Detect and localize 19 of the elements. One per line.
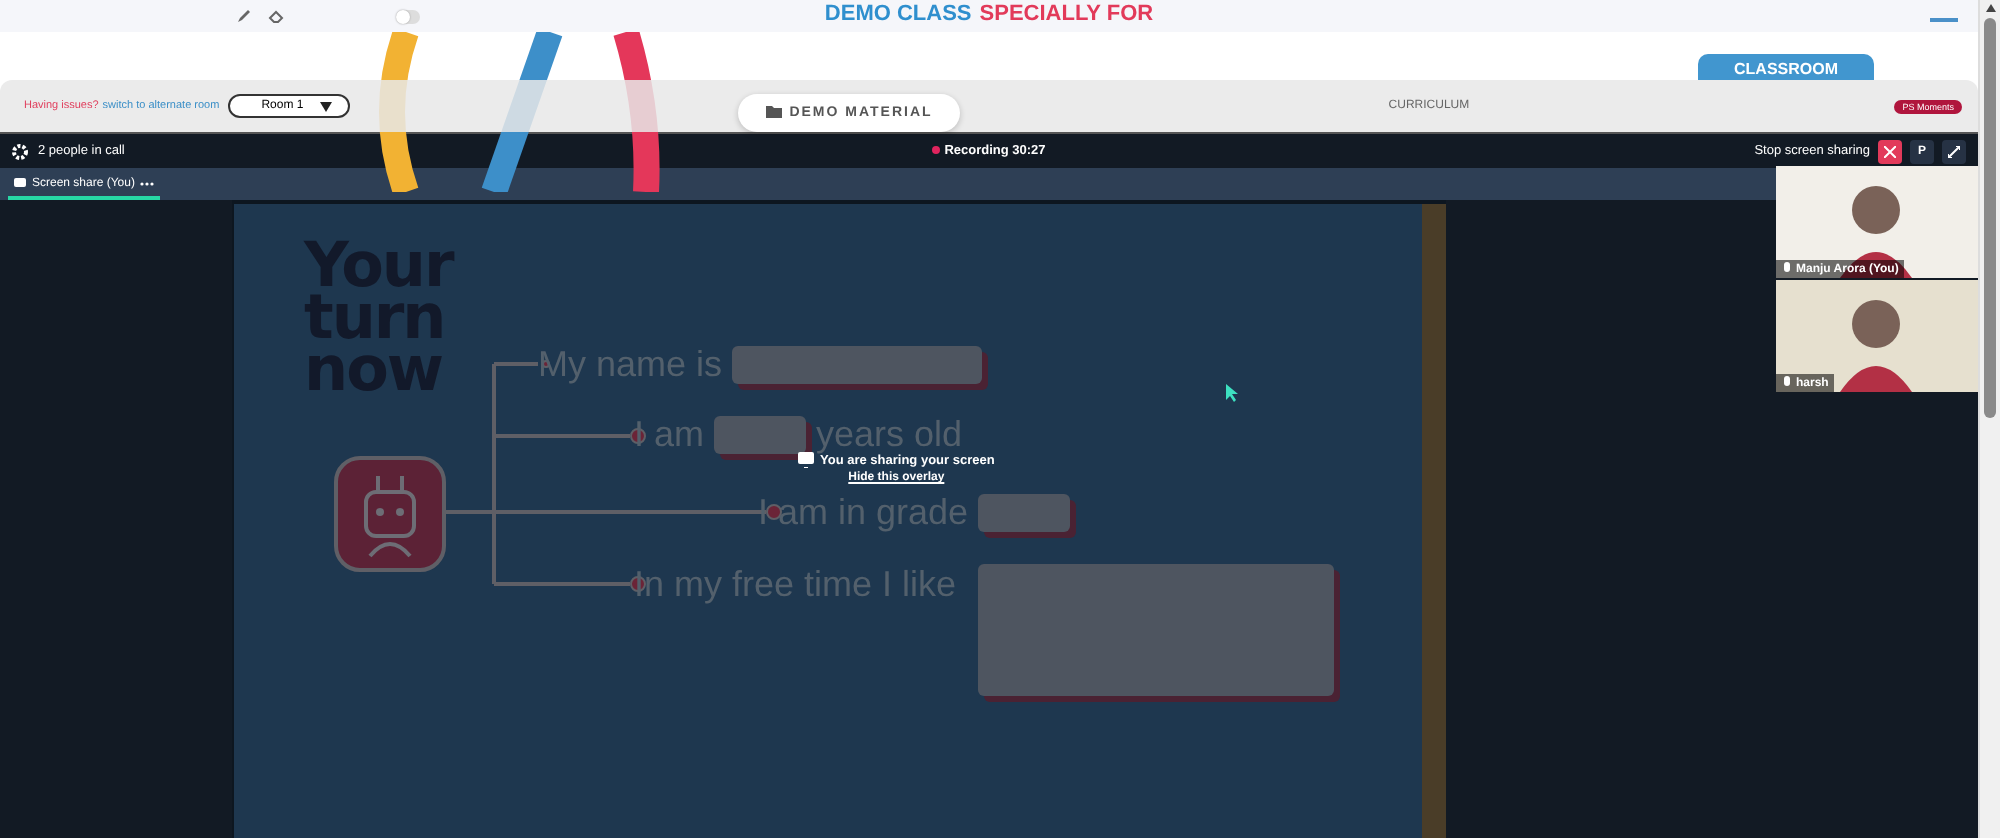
screen-share-icon — [798, 452, 814, 468]
expand-icon — [1948, 145, 1960, 157]
screen-icon — [14, 178, 26, 190]
folder-icon — [765, 106, 782, 118]
microphone-icon — [1782, 376, 1792, 390]
close-button[interactable] — [1878, 139, 1902, 163]
cursor-icon — [1226, 384, 1238, 402]
expand-button[interactable] — [1942, 139, 1966, 163]
close-icon — [1884, 145, 1896, 157]
robot-icon — [334, 456, 446, 572]
scrollbar[interactable] — [1978, 0, 2000, 838]
pencil-icon[interactable] — [236, 8, 252, 24]
scroll-up-icon[interactable] — [1985, 4, 1995, 12]
eraser-icon[interactable] — [268, 8, 284, 24]
settings-icon[interactable] — [12, 143, 28, 159]
page-title: DEMO CLASS SPECIALLY FOR — [824, 2, 1154, 26]
toggle-switch[interactable] — [396, 9, 420, 23]
caret-down-icon — [319, 101, 332, 111]
microphone-icon — [1782, 262, 1792, 276]
